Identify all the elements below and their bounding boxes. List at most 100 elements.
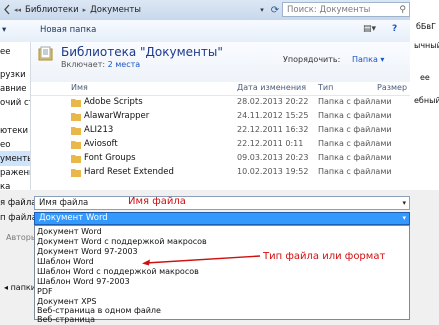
file-type: Папка с файлами <box>318 153 392 162</box>
column-type[interactable]: Тип <box>318 83 333 92</box>
navigation-pane: ее рузки авние места очий стол ютеки ео … <box>0 42 31 190</box>
file-date: 22.12.2011 16:32 <box>237 125 309 134</box>
file-type: Папка с файлами <box>318 139 392 148</box>
address-bar: ◂◂ Библиотеки ▸ Документы ▾ ⟳ Поиск: Док… <box>0 0 439 21</box>
new-folder-button[interactable]: Новая папка <box>40 25 96 35</box>
file-name: Adobe Scripts <box>84 97 143 107</box>
breadcrumb-documents[interactable]: Документы <box>90 5 141 15</box>
nav-item-label: ютеки <box>0 125 28 136</box>
column-name[interactable]: Имя <box>71 83 88 92</box>
includes-label: Включает: <box>61 60 106 69</box>
nav-item-label: ее <box>0 46 11 57</box>
column-header-row: Имя Дата изменения Тип Размер <box>31 82 410 96</box>
arrange-dropdown[interactable]: Папка ▾ <box>352 55 384 64</box>
annotation-arrow-icon <box>142 255 261 266</box>
nav-item-label: авние места <box>0 83 30 94</box>
style-normal: ычный <box>414 41 439 50</box>
file-name: Hard Reset Extended <box>84 167 174 177</box>
nav-item-music[interactable]: ка <box>0 179 30 191</box>
column-date[interactable]: Дата изменения <box>237 83 306 92</box>
breadcrumb-separator: ▸ <box>82 5 87 14</box>
nav-item-label: очий стол <box>0 97 30 108</box>
search-input[interactable]: Поиск: Документы ⚲ <box>282 2 410 17</box>
library-header: Библиотека "Документы" Включает: 2 места… <box>31 42 410 83</box>
nav-item-desktop[interactable]: очий стол <box>0 95 30 110</box>
filetype-dropdown-list: Документ Word Документ Word с поддержкой… <box>34 225 410 324</box>
folder-icon <box>71 141 81 149</box>
library-title: Библиотека "Документы" <box>61 45 223 59</box>
breadcrumb-libraries[interactable]: Библиотеки <box>25 5 79 15</box>
search-icon: ⚲ <box>399 4 406 15</box>
file-list-pane: Библиотека "Документы" Включает: 2 места… <box>31 42 410 190</box>
nav-item-label: рузки <box>0 69 26 80</box>
file-name: Font Groups <box>84 153 136 163</box>
filename-input[interactable]: Имя файла ▾ <box>34 196 410 210</box>
file-name: ALI213 <box>84 125 114 135</box>
filetype-option[interactable]: Документ Word с поддержкой макросов <box>37 237 207 247</box>
filetype-option[interactable]: Документ Word <box>37 227 102 237</box>
nav-item-documents[interactable]: ументы <box>0 151 30 166</box>
annotation-filetype: Тип файла или формат <box>263 251 386 262</box>
file-row[interactable]: Font Groups 09.03.2013 20:23 Папка с фай… <box>31 152 410 166</box>
folder-icon <box>71 155 81 163</box>
nav-item-label: ражения <box>0 167 30 178</box>
hide-folders-label: папки <box>10 283 36 292</box>
nav-item-label: ументы <box>0 153 31 164</box>
documents-library-icon <box>38 46 53 61</box>
filetype-value: Документ Word <box>39 213 108 223</box>
library-includes: Включает: 2 места <box>61 60 140 69</box>
filetype-option[interactable]: Шаблон Word <box>37 257 94 267</box>
file-name: Aviosoft <box>84 139 118 149</box>
arrange-label: Упорядочить: <box>283 55 341 64</box>
file-date: 22.12.2011 0:11 <box>237 139 304 148</box>
includes-link[interactable]: 2 места <box>108 60 141 69</box>
toolbar: ▾ Новая папка ▤▾ ? <box>0 20 410 43</box>
file-row[interactable]: ALI213 22.12.2011 16:32 Папка с файлами <box>31 124 410 138</box>
back-arrow-icon[interactable] <box>3 4 11 15</box>
file-date: 10.02.2013 19:52 <box>237 167 309 176</box>
folder-icon <box>71 113 81 121</box>
help-icon[interactable]: ? <box>392 24 397 34</box>
filename-value: Имя файла <box>39 198 89 208</box>
file-row[interactable]: Aviosoft 22.12.2011 0:11 Папка с файлами <box>31 138 410 152</box>
nav-item[interactable]: ее <box>0 44 30 59</box>
folder-icon <box>71 99 81 107</box>
filetype-option[interactable]: Документ Word 97-2003 <box>37 247 138 257</box>
filetype-option[interactable]: Шаблон Word с поддержкой макросов <box>37 267 199 277</box>
nav-item-recent-places[interactable]: авние места <box>0 81 30 96</box>
nav-item-label: ео <box>0 139 11 150</box>
folder-icon <box>71 127 81 135</box>
filetype-option[interactable]: PDF <box>37 287 53 297</box>
nav-item-downloads[interactable]: рузки <box>0 67 30 82</box>
filetype-select[interactable]: Документ Word ▾ <box>34 212 410 225</box>
file-row[interactable]: Hard Reset Extended 10.02.2013 19:52 Пап… <box>31 166 410 180</box>
save-dialog-window: ◂◂ Библиотеки ▸ Документы ▾ ⟳ Поиск: Док… <box>0 0 439 324</box>
file-date: 28.02.2013 20:22 <box>237 97 309 106</box>
filetype-option[interactable]: Шаблон Word 97-2003 <box>37 277 130 287</box>
nav-item-images[interactable]: ражения <box>0 165 30 180</box>
file-date: 09.03.2013 20:23 <box>237 153 309 162</box>
chevron-down-icon[interactable]: ▾ <box>402 213 406 224</box>
organize-dropdown-icon[interactable]: ▾ <box>2 25 6 35</box>
file-type: Папка с файлами <box>318 111 392 120</box>
refresh-icon[interactable]: ⟳ <box>268 3 282 17</box>
file-date: 24.11.2012 15:25 <box>237 111 309 120</box>
file-row[interactable]: AlawarWrapper 24.11.2012 15:25 Папка с ф… <box>31 110 410 124</box>
view-options-icon[interactable]: ▤▾ <box>363 24 376 34</box>
column-size[interactable]: Размер <box>377 83 407 92</box>
folder-icon <box>71 169 81 177</box>
breadcrumb-separator: ◂◂ <box>14 5 22 14</box>
file-row[interactable]: Adobe Scripts 28.02.2013 20:22 Папка с ф… <box>31 96 410 110</box>
chevron-down-icon[interactable]: ▾ <box>402 197 406 209</box>
nav-item-libraries[interactable]: ютеки <box>0 123 30 138</box>
hide-folders-toggle[interactable]: ◂ папки <box>4 283 36 292</box>
style-item: ее <box>420 73 430 82</box>
annotation-filename: Имя файла <box>128 196 186 207</box>
file-name: AlawarWrapper <box>84 111 150 121</box>
address-dropdown-icon[interactable]: ▾ <box>255 3 269 17</box>
nav-item-video[interactable]: ео <box>0 137 30 152</box>
breadcrumb[interactable]: ◂◂ Библиотеки ▸ Документы <box>14 2 141 17</box>
file-type: Папка с файлами <box>318 167 392 176</box>
filetype-option[interactable]: Веб-страница <box>37 315 95 325</box>
nav-item-label: ка <box>0 181 11 191</box>
